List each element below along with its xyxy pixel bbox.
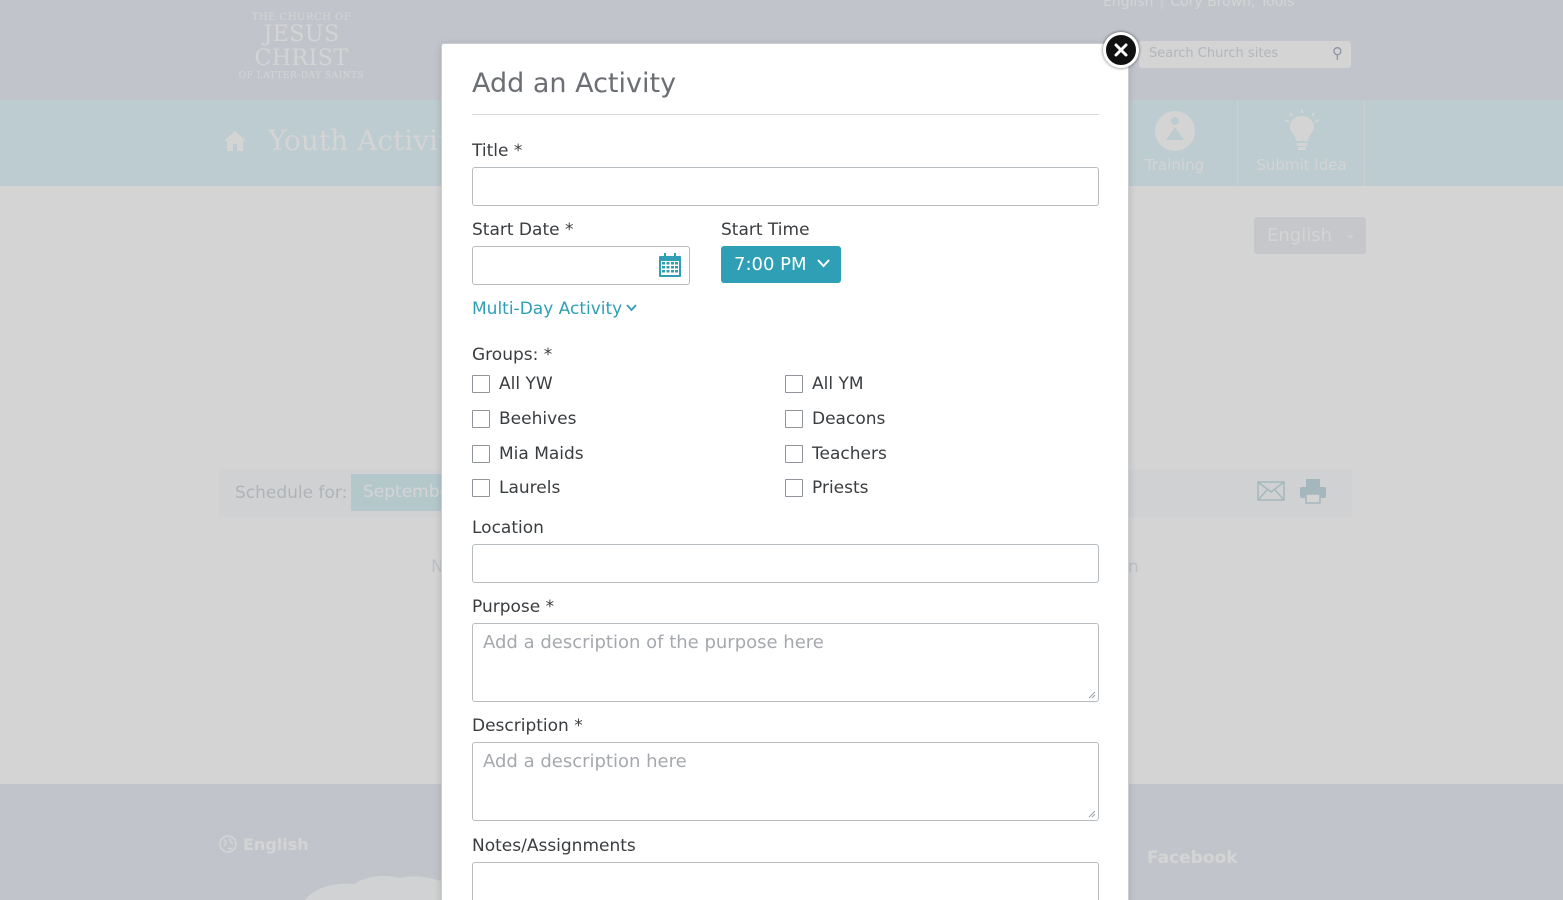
- title-field-label: Title *: [472, 141, 523, 161]
- checkbox[interactable]: [785, 410, 803, 428]
- purpose-label: Purpose *: [472, 597, 555, 617]
- checkbox[interactable]: [472, 375, 490, 393]
- group-checkbox-all-yw[interactable]: All YW: [472, 374, 553, 394]
- checkbox[interactable]: [472, 410, 490, 428]
- location-label: Location: [472, 518, 544, 538]
- notes-textarea[interactable]: [472, 862, 1099, 900]
- checkbox-label: Mia Maids: [499, 444, 584, 464]
- start-time-label: Start Time: [721, 220, 810, 240]
- checkbox-label: Teachers: [812, 444, 887, 464]
- groups-label: Groups: *: [472, 345, 553, 365]
- checkbox-label: Deacons: [812, 409, 886, 429]
- checkbox[interactable]: [785, 479, 803, 497]
- start-date-label: Start Date *: [472, 220, 574, 240]
- group-checkbox-deacons[interactable]: Deacons: [785, 409, 885, 429]
- group-checkbox-all-ym[interactable]: All YM: [785, 374, 864, 394]
- purpose-textarea[interactable]: Add a description of the purpose here: [472, 623, 1099, 702]
- calendar-icon[interactable]: [658, 252, 682, 278]
- multi-day-label: Multi-Day Activity: [472, 299, 623, 319]
- title-divider: [472, 114, 1099, 115]
- checkbox-label: All YM: [812, 374, 864, 394]
- resize-grip-icon[interactable]: [1086, 689, 1096, 699]
- modal-title: Add an Activity: [472, 68, 677, 99]
- group-checkbox-priests[interactable]: Priests: [785, 478, 869, 498]
- close-icon: [1114, 43, 1128, 57]
- title-input[interactable]: [472, 167, 1099, 206]
- add-activity-modal: Add an Activity Title * Start Date * Sta…: [441, 43, 1129, 900]
- multi-day-activity-link[interactable]: Multi-Day Activity: [472, 299, 637, 319]
- checkbox[interactable]: [785, 445, 803, 463]
- group-checkbox-teachers[interactable]: Teachers: [785, 444, 887, 464]
- checkbox-label: Laurels: [499, 478, 561, 498]
- checkbox[interactable]: [785, 375, 803, 393]
- description-textarea[interactable]: Add a description here: [472, 742, 1099, 821]
- checkbox-label: Priests: [812, 478, 869, 498]
- description-label: Description *: [472, 716, 583, 736]
- checkbox[interactable]: [472, 445, 490, 463]
- checkbox-label: Beehives: [499, 409, 577, 429]
- group-checkbox-mia-maids[interactable]: Mia Maids: [472, 444, 584, 464]
- group-checkbox-laurels[interactable]: Laurels: [472, 478, 560, 498]
- close-modal-button[interactable]: [1103, 32, 1139, 68]
- chevron-down-icon: [626, 304, 637, 312]
- checkbox[interactable]: [472, 479, 490, 497]
- purpose-placeholder: Add a description of the purpose here: [483, 632, 824, 653]
- start-time-value: 7:00 PM: [734, 254, 807, 275]
- notes-label: Notes/Assignments: [472, 836, 636, 856]
- start-time-dropdown[interactable]: 7:00 PM: [721, 246, 841, 283]
- location-input[interactable]: [472, 544, 1099, 583]
- checkbox-label: All YW: [499, 374, 553, 394]
- start-date-input[interactable]: [472, 246, 690, 285]
- description-placeholder: Add a description here: [483, 751, 687, 772]
- resize-grip-icon[interactable]: [1086, 808, 1096, 818]
- chevron-down-icon: [817, 259, 830, 268]
- group-checkbox-beehives[interactable]: Beehives: [472, 409, 576, 429]
